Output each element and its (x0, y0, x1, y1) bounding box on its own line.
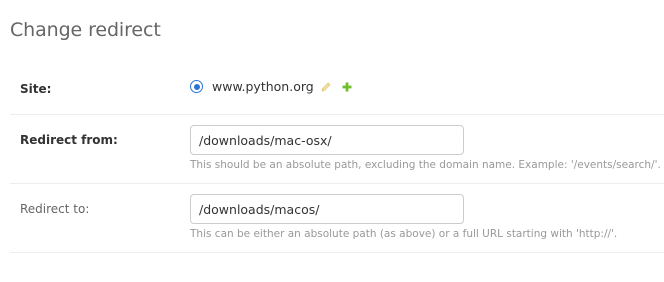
redirect-to-label: Redirect to: (20, 202, 90, 216)
site-related-actions (320, 81, 353, 93)
site-radio-option[interactable]: www.python.org (190, 79, 314, 94)
form-row-redirect-to: Redirect to: This can be either an absol… (10, 184, 664, 253)
site-label: Site: (20, 82, 52, 96)
form-row-redirect-from: Redirect from: This should be an absolut… (10, 115, 664, 184)
radio-selected-dot (193, 83, 200, 90)
site-radio-label[interactable]: www.python.org (212, 79, 314, 94)
page-title: Change redirect (10, 19, 161, 41)
redirect-from-label: Redirect from: (20, 133, 118, 147)
redirect-from-help-text: This should be an absolute path, excludi… (190, 159, 661, 171)
plus-icon[interactable] (341, 81, 353, 93)
form-row-site: Site: www.python.org (10, 62, 664, 115)
pencil-icon[interactable] (320, 81, 332, 93)
redirect-from-input[interactable] (190, 125, 464, 155)
redirect-to-input[interactable] (190, 194, 464, 224)
site-radio-button[interactable] (190, 80, 203, 93)
redirect-to-help-text: This can be either an absolute path (as … (190, 228, 618, 240)
